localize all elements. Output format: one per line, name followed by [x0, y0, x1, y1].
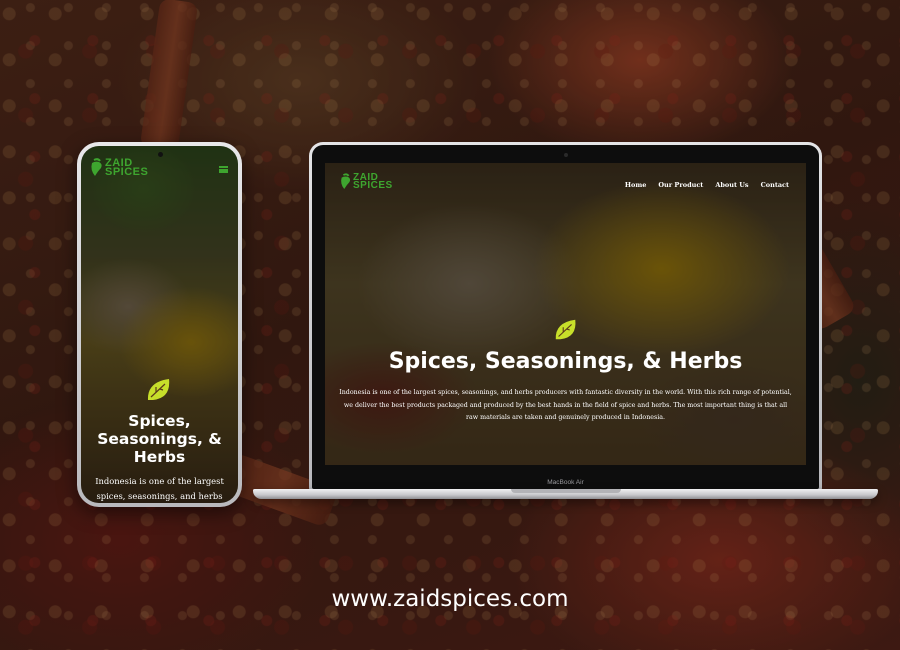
- laptop-mockup: ZAID SPICES Home Our Product About Us Co…: [309, 142, 822, 492]
- website-screen: ZAID SPICES Home Our Product About Us Co…: [325, 163, 806, 465]
- hero-description: Indonesia is one of the largest spices, …: [339, 389, 792, 421]
- phone-mockup: ZAID SPICES Spices, Seasonings, & Herbs …: [77, 142, 242, 507]
- phone-logo[interactable]: ZAID SPICES: [89, 156, 149, 178]
- logo-text: ZAID SPICES: [353, 171, 393, 191]
- nav-contact[interactable]: Contact: [761, 181, 789, 189]
- website-url: www.zaidspices.com: [331, 586, 569, 612]
- phone-hero-description: Indonesia is one of the largest spices, …: [95, 476, 224, 501]
- leaf-icon: [555, 319, 576, 340]
- laptop-camera: [563, 153, 568, 157]
- phone-hero-title: Spices, Seasonings, & Herbs: [97, 412, 222, 466]
- chili-logo-icon: [341, 173, 351, 189]
- logo-text: ZAID SPICES: [105, 156, 149, 178]
- nav-about-us[interactable]: About Us: [715, 181, 748, 189]
- laptop-base: [253, 489, 878, 499]
- laptop-bezel: ZAID SPICES Home Our Product About Us Co…: [312, 145, 819, 489]
- laptop-opening-notch: [510, 489, 621, 493]
- leaf-icon: [147, 379, 170, 400]
- hamburger-menu-icon[interactable]: [219, 166, 228, 173]
- hero-title: Spices, Seasonings, & Herbs: [388, 349, 743, 374]
- main-nav: Home Our Product About Us Contact: [625, 181, 789, 189]
- chili-logo-icon: [91, 158, 102, 176]
- nav-home[interactable]: Home: [625, 181, 647, 189]
- nav-our-product[interactable]: Our Product: [658, 181, 703, 189]
- phone-screen: ZAID SPICES Spices, Seasonings, & Herbs …: [81, 146, 238, 503]
- laptop-model-label: MacBook Air: [547, 479, 584, 486]
- phone-camera: [157, 152, 163, 157]
- site-logo[interactable]: ZAID SPICES: [339, 171, 393, 191]
